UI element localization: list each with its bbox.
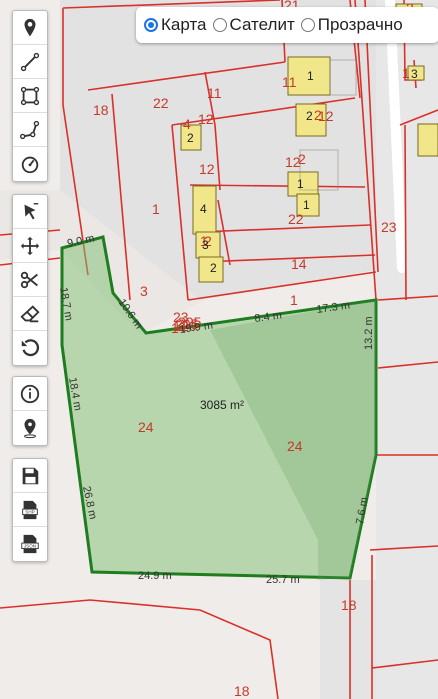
dimension-label: 24.9 m [138, 570, 172, 582]
layer-option-label: Карта [161, 15, 207, 34]
area-label: 3085 m² [200, 398, 244, 412]
polygon-icon[interactable] [13, 79, 47, 113]
plot-number-label: 1 [402, 65, 410, 81]
building-number-label: 3 [202, 238, 209, 252]
plot-number-label: 12 [285, 154, 301, 170]
radio-transparent[interactable] [300, 18, 315, 32]
layer-option-map[interactable]: Карта [144, 15, 207, 35]
location-pin-icon[interactable] [13, 411, 47, 445]
building-number-label: 3 [411, 67, 418, 81]
building-number-label: 2 [187, 131, 194, 145]
layer-option-transparent[interactable]: Прозрачно [300, 15, 403, 35]
plot-number-label: 1 [152, 201, 160, 217]
building-number-label: 1 [307, 69, 314, 83]
building-number-label: 2 [210, 261, 217, 275]
edit-toolbar [12, 194, 48, 366]
svg-text:SHP: SHP [25, 509, 34, 514]
plot-number-label: 12 [198, 111, 214, 127]
marker-icon[interactable] [13, 11, 47, 45]
dimension-label: 13.2 m [363, 316, 375, 350]
cursor-edit-icon[interactable] [13, 195, 47, 229]
plot-number-label: 18 [234, 683, 250, 699]
line-icon[interactable] [13, 45, 47, 79]
plot-number-label: 11 [282, 74, 297, 90]
plot-number-label: 18 [341, 597, 357, 613]
info-toolbar [12, 376, 48, 446]
map-canvas[interactable]: 2121111822111242122121231122223231431242… [0, 0, 438, 699]
building-number-label: 1 [297, 177, 304, 191]
info-icon[interactable] [13, 377, 47, 411]
plot-number-label: 12 [199, 161, 215, 177]
plot-number-label: 3 [140, 283, 148, 299]
cut-icon[interactable] [13, 263, 47, 297]
plot-number-label: 18 [93, 102, 109, 118]
layer-switcher: Карта Сателит Прозрачно [136, 7, 438, 43]
measure-circle-icon[interactable] [13, 147, 47, 181]
eraser-icon[interactable] [13, 297, 47, 331]
layer-option-label: Сателит [229, 15, 295, 34]
shp-export-icon[interactable]: SHP [13, 493, 47, 527]
plot-number-label: 22 [288, 211, 304, 227]
plot-number-label: 23 [381, 219, 397, 235]
plot-number-label: 12 [318, 108, 334, 124]
plot-number-label: 24 [138, 419, 154, 435]
radio-satellite[interactable] [212, 18, 227, 32]
save-icon[interactable] [13, 459, 47, 493]
svg-text:JSON: JSON [24, 544, 36, 549]
json-export-icon[interactable]: JSON [13, 527, 47, 561]
plot-number-label: 4 [183, 116, 191, 132]
move-icon[interactable] [13, 229, 47, 263]
draw-toolbar [12, 10, 48, 182]
layer-option-satellite[interactable]: Сателит [212, 15, 295, 35]
plot-number-label: 14 [291, 256, 307, 272]
plot-number-label: 22 [153, 95, 169, 111]
building-number-label: 2 [306, 109, 313, 123]
layer-option-label: Прозрачно [317, 15, 403, 34]
plot-number-label: 11 [207, 85, 222, 101]
building-number-label: 4 [200, 202, 207, 216]
plot-number-label: 1 [290, 292, 298, 308]
radio-map[interactable] [144, 18, 158, 32]
building-number-label: 1 [303, 198, 310, 212]
plot-number-label: 24 [287, 438, 303, 454]
dimension-label: 25.7 m [266, 574, 300, 586]
undo-icon[interactable] [13, 331, 47, 365]
export-toolbar: SHP JSON [12, 458, 48, 562]
polyline-icon[interactable] [13, 113, 47, 147]
